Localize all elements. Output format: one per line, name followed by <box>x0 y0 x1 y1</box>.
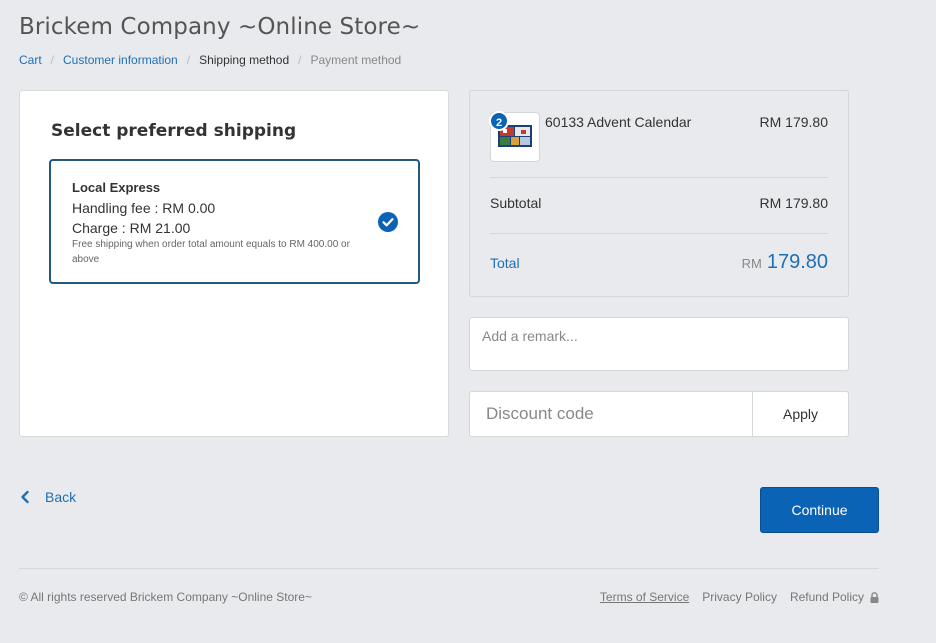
footer-links: Terms of Service Privacy Policy Refund P… <box>600 590 879 604</box>
total-value: RM 179.80 <box>742 251 828 274</box>
privacy-policy-link[interactable]: Privacy Policy <box>702 590 777 604</box>
discount-code-input[interactable] <box>470 392 752 436</box>
breadcrumb-payment-method: Payment method <box>310 53 402 67</box>
shipping-panel: Select preferred shipping Local Express … <box>19 90 449 437</box>
order-summary: 2 60133 Advent Calendar RM 179.80 Subtot… <box>469 90 849 297</box>
footer-copyright: © All rights reserved Brickem Company ~O… <box>19 590 312 604</box>
lock-icon <box>870 591 879 603</box>
product-price: RM 179.80 <box>759 114 828 130</box>
shipping-option-name: Local Express <box>72 180 161 195</box>
breadcrumb-separator: / <box>50 53 55 67</box>
quantity-badge: 2 <box>489 111 509 131</box>
remark-input[interactable] <box>469 317 849 371</box>
shipping-free-note: Free shipping when order total amount eq… <box>72 239 350 265</box>
discount-form: Apply <box>469 391 849 437</box>
subtotal-value: RM 179.80 <box>759 195 828 211</box>
total-label: Total <box>490 255 520 271</box>
terms-of-service-link[interactable]: Terms of Service <box>600 590 689 604</box>
summary-divider <box>490 233 828 234</box>
apply-discount-button[interactable]: Apply <box>752 392 848 436</box>
total-amount: 179.80 <box>766 251 828 273</box>
back-link[interactable]: Back <box>19 489 76 505</box>
breadcrumb-cart[interactable]: Cart <box>19 53 42 67</box>
footer-divider <box>19 568 879 569</box>
breadcrumb-separator: / <box>298 53 302 67</box>
summary-divider <box>490 177 828 178</box>
shipping-option-local-express[interactable]: Local Express Handling fee : RM 0.00 Cha… <box>49 159 420 284</box>
shipping-handling-fee: Handling fee : RM 0.00 <box>72 200 216 216</box>
chevron-left-icon <box>21 490 29 504</box>
back-label: Back <box>45 489 77 505</box>
check-circle-icon <box>378 212 398 232</box>
breadcrumb: Cart / Customer information / Shipping m… <box>19 53 401 67</box>
breadcrumb-customer-information[interactable]: Customer information <box>63 53 178 67</box>
shipping-section-title: Select preferred shipping <box>51 121 297 141</box>
continue-button[interactable]: Continue <box>760 487 879 533</box>
product-name: 60133 Advent Calendar <box>545 114 692 130</box>
refund-policy-link[interactable]: Refund Policy <box>790 590 864 604</box>
store-title: Brickem Company ~Online Store~ <box>19 14 421 40</box>
breadcrumb-shipping-method: Shipping method <box>199 53 290 67</box>
subtotal-label: Subtotal <box>490 195 542 211</box>
total-currency: RM <box>741 256 762 271</box>
breadcrumb-separator: / <box>186 53 191 67</box>
shipping-charge: Charge : RM 21.00 <box>72 220 191 236</box>
product-thumbnail: 2 <box>489 111 540 162</box>
